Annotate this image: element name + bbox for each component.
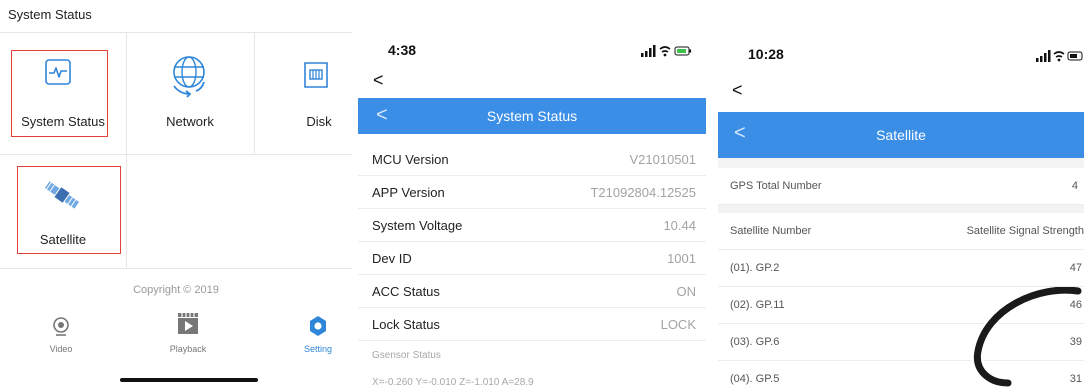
info-key: Lock Status <box>372 317 440 332</box>
status-time: 4:38 <box>388 42 417 58</box>
back-button[interactable]: < <box>373 70 384 91</box>
column-header-strength: Satellite Signal Strength <box>966 225 1084 237</box>
info-value: V21010501 <box>629 152 696 167</box>
gps-total-value: 4 <box>1071 180 1078 192</box>
tab-video[interactable]: Video <box>36 316 86 354</box>
info-row: Dev ID 1001 <box>358 242 706 275</box>
tab-label: Setting <box>303 344 333 354</box>
signal-icon <box>641 44 693 62</box>
tab-label: Video <box>49 344 73 354</box>
section-gap <box>718 205 1084 213</box>
gps-total-row: GPS Total Number 4 <box>718 168 1084 205</box>
info-key: MCU Version <box>372 152 449 167</box>
gps-total-label: GPS Total Number <box>730 180 822 192</box>
gear-icon <box>293 315 343 338</box>
info-value: LOCK <box>660 317 696 332</box>
tab-setting[interactable]: Setting <box>293 315 343 354</box>
tab-label: Playback <box>169 344 207 354</box>
info-row: Lock Status LOCK <box>358 308 706 341</box>
info-value: T21092804.12525 <box>590 185 696 200</box>
satellite-number: (03). GP.6 <box>730 336 780 348</box>
header-title: Satellite <box>876 127 926 143</box>
settings-menu-panel: System Status Network Disk Satellite Cop… <box>0 32 352 389</box>
camera-icon <box>36 316 86 338</box>
header-bar: < System Status <box>358 98 706 134</box>
tile-network[interactable]: Network <box>126 32 254 154</box>
signal-icon <box>1036 49 1084 67</box>
home-indicator[interactable] <box>120 378 258 382</box>
column-header-row: Satellite Number Satellite Signal Streng… <box>718 213 1084 250</box>
satellite-row: (01). GP.2 47 <box>718 250 1084 287</box>
sd-card-icon <box>302 60 330 93</box>
header-title: System Status <box>486 108 578 124</box>
gsensor-label: Gsensor Status <box>372 350 441 361</box>
divider <box>0 268 352 269</box>
system-status-panel: 4:38 < < System Status MCU Version V2101… <box>358 32 706 389</box>
info-key: System Voltage <box>372 218 463 233</box>
info-row: APP Version T21092804.12525 <box>358 176 706 209</box>
satellite-icon <box>42 176 82 217</box>
tile-system-status[interactable]: System Status <box>0 32 126 154</box>
tile-label: Network <box>166 114 214 129</box>
satellite-number: (02). GP.11 <box>730 299 785 311</box>
tab-playback[interactable]: Playback <box>163 312 213 354</box>
header-bar: < Satellite <box>718 112 1084 158</box>
info-row: MCU Version V21010501 <box>358 143 706 176</box>
info-key: APP Version <box>372 185 445 200</box>
globe-icon <box>166 52 212 101</box>
satellite-panel: 10:28 < < Satellite GPS Total Number 4 S… <box>718 32 1084 389</box>
tile-satellite[interactable]: Satellite <box>0 154 126 268</box>
section-gap <box>718 158 1084 168</box>
gsensor-value: X=-0.260 Y=-0.010 Z=-1.010 A=28.9 <box>372 377 534 388</box>
page-title: System Status <box>8 7 92 22</box>
info-key: Dev ID <box>372 251 412 266</box>
info-value: 10.44 <box>663 218 696 233</box>
pulse-icon <box>44 58 72 89</box>
tile-label: Disk <box>306 114 332 129</box>
satellite-strength: 47 <box>1069 262 1082 274</box>
tile-label: Satellite <box>39 232 87 247</box>
satellite-number: (04). GP.5 <box>730 373 780 385</box>
info-value: ON <box>676 284 697 299</box>
info-row: System Voltage 10.44 <box>358 209 706 242</box>
satellite-number: (01). GP.2 <box>730 262 780 274</box>
info-row: ACC Status ON <box>358 275 706 308</box>
playback-icon <box>163 312 213 338</box>
info-key: ACC Status <box>372 284 440 299</box>
column-header-number: Satellite Number <box>730 225 812 237</box>
info-value: 1001 <box>667 251 696 266</box>
copyright-text: Copyright © 2019 <box>133 284 219 296</box>
status-time: 10:28 <box>748 46 784 62</box>
tile-label: System Status <box>21 114 105 129</box>
back-button[interactable]: < <box>732 80 743 101</box>
watermark-logo-icon <box>968 284 1084 389</box>
tile-disk[interactable]: Disk <box>254 32 352 154</box>
